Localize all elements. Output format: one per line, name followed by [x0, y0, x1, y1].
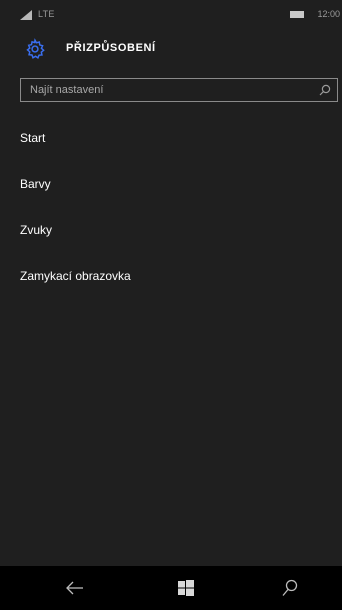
gear-icon: [26, 38, 45, 60]
back-arrow-icon[interactable]: [66, 580, 84, 596]
signal-strength-icon: [20, 10, 32, 20]
battery-icon: [290, 11, 304, 18]
menu-item-zamykaci-obrazovka[interactable]: Zamykací obrazovka: [20, 265, 320, 287]
page-header: PŘIZPŮSOBENÍ: [0, 36, 342, 64]
search-input[interactable]: [21, 79, 311, 101]
menu-item-start[interactable]: Start: [20, 127, 320, 149]
windows-icon[interactable]: [178, 580, 194, 596]
menu-item-zvuky[interactable]: Zvuky: [20, 219, 320, 241]
network-type: LTE: [38, 9, 55, 19]
clock: 12:00: [317, 9, 340, 19]
status-bar: LTE 12:00: [0, 0, 342, 28]
search-icon[interactable]: [319, 84, 331, 96]
menu-item-barvy[interactable]: Barvy: [20, 173, 320, 195]
search-box[interactable]: [20, 78, 338, 102]
page-title: PŘIZPŮSOBENÍ: [66, 42, 156, 54]
navigation-bar: [0, 566, 342, 610]
search-icon[interactable]: [282, 579, 298, 597]
